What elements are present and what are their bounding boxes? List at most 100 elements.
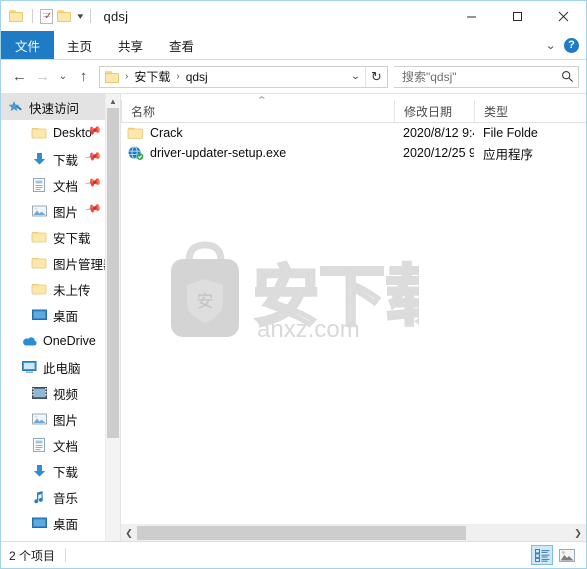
file-name-text: Crack: [150, 126, 183, 140]
scroll-right-icon[interactable]: ❯: [570, 525, 586, 541]
breadcrumb-dropdown-icon[interactable]: ⌄: [344, 67, 367, 87]
breadcrumb-item-0[interactable]: 安下载: [132, 68, 172, 85]
sidebar-item-label: 安下载: [53, 231, 91, 246]
sidebar-item-this-pc[interactable]: 此电脑: [1, 354, 106, 380]
horizontal-scroll-track[interactable]: [137, 525, 570, 541]
quick-access-toolbar: ✓ ▾: [1, 8, 94, 24]
pin-icon[interactable]: 📌: [84, 174, 102, 192]
navigation-list: 快速访问 Deskto 📌 下载 📌 文档 📌 图片 📌 安下载 图片管理 未上…: [1, 94, 106, 541]
sidebar-scroll-up-icon[interactable]: ▲: [106, 94, 120, 108]
sidebar-item-label: 下载: [53, 465, 79, 480]
download-icon: [31, 151, 48, 167]
sidebar-item-desktop-pc[interactable]: 桌面: [1, 510, 106, 536]
sidebar-item-not-uploaded[interactable]: 未上传: [1, 276, 106, 302]
maximize-button[interactable]: [494, 1, 540, 31]
tab-share[interactable]: 共享: [105, 31, 156, 59]
pictures-icon: [31, 203, 48, 219]
pin-icon[interactable]: 📌: [84, 200, 102, 218]
file-name-cell: driver-updater-setup.exe: [121, 145, 394, 161]
file-type-cell: 应用程序: [483, 147, 534, 162]
qat-divider-1: [32, 9, 33, 23]
folder-icon: [31, 125, 48, 141]
recent-locations-button[interactable]: ⌄: [54, 65, 72, 89]
customize-caret-icon[interactable]: ▾: [77, 11, 83, 22]
horizontal-scrollbar[interactable]: ❮ ❯: [121, 524, 586, 541]
search-icon[interactable]: [556, 70, 578, 83]
sidebar-item-label: 图片: [53, 413, 79, 428]
sidebar-item-anxiazai[interactable]: 安下载: [1, 224, 106, 250]
close-button[interactable]: [540, 1, 586, 31]
desktop-icon: [31, 515, 48, 531]
breadcrumb: › 安下载 › qdsj: [100, 68, 346, 85]
desktop-icon: [31, 307, 48, 323]
sidebar-item-desktop[interactable]: 桌面: [1, 302, 106, 328]
sidebar-item-picture-manager[interactable]: 图片管理器: [1, 250, 106, 276]
breadcrumb-separator-0: ›: [125, 71, 129, 82]
table-row[interactable]: Crack 2020/8/12 9:44 File Folde: [121, 123, 586, 143]
minimize-button[interactable]: [448, 1, 494, 31]
download-icon: [31, 463, 48, 479]
scroll-left-icon[interactable]: ❮: [121, 525, 137, 541]
sidebar-item-label: 文档: [53, 179, 79, 194]
status-divider: [65, 548, 67, 562]
explorer-body: 快速访问 Deskto 📌 下载 📌 文档 📌 图片 📌 安下载 图片管理 未上…: [1, 93, 586, 541]
sidebar-item-music[interactable]: 音乐: [1, 484, 106, 510]
tab-view[interactable]: 查看: [156, 31, 207, 59]
tab-home[interactable]: 主页: [54, 31, 105, 59]
sidebar-item-pictures-pinned[interactable]: 图片 📌: [1, 198, 106, 224]
qat-divider-2: [89, 9, 91, 23]
forward-button[interactable]: →: [31, 65, 54, 89]
sidebar-item-local-disk[interactable]: 本地磁盘 (: [1, 536, 106, 541]
new-folder-icon[interactable]: [57, 9, 73, 23]
column-header-type[interactable]: 类型: [474, 100, 554, 122]
sidebar-item-quick-access[interactable]: 快速访问: [1, 94, 106, 120]
ribbon-tabs: 文件 主页 共享 查看 ⌄ ?: [1, 31, 586, 60]
breadcrumb-separator-1: ›: [176, 71, 180, 82]
sidebar-item-downloads[interactable]: 下载: [1, 458, 106, 484]
sidebar-item-onedrive[interactable]: OneDrive: [1, 328, 106, 354]
breadcrumb-item-1[interactable]: qdsj: [184, 70, 210, 84]
file-date-cell: 2020/12/25 9:31: [403, 146, 474, 160]
help-icon[interactable]: ?: [564, 37, 579, 53]
file-name-cell: Crack: [121, 125, 394, 141]
large-icons-view-button[interactable]: [556, 545, 578, 565]
sidebar-item-downloads-pinned[interactable]: 下载 📌: [1, 146, 106, 172]
watermark-subtext: anxz.com: [257, 316, 360, 338]
file-list-pane: ⌃ 名称 修改日期 类型 Crack 2020/8/12 9:44 File F…: [121, 94, 586, 541]
sidebar-item-documents[interactable]: 文档: [1, 432, 106, 458]
breadcrumb-folder-icon[interactable]: [105, 70, 121, 84]
sidebar-item-label: 图片管理器: [53, 257, 106, 272]
details-view-button[interactable]: [531, 545, 553, 565]
sidebar-scrollbar[interactable]: ▲: [105, 94, 120, 541]
table-row[interactable]: driver-updater-setup.exe 2020/12/25 9:31…: [121, 143, 586, 163]
horizontal-scroll-thumb[interactable]: [137, 526, 467, 540]
properties-icon[interactable]: ✓: [40, 8, 53, 24]
column-header-date[interactable]: 修改日期: [394, 100, 474, 122]
refresh-icon[interactable]: ↻: [365, 66, 387, 87]
sort-indicator-icon: ⌃: [256, 95, 268, 105]
chevron-down-icon[interactable]: ⌄: [545, 39, 557, 52]
title-bar: ✓ ▾ qdsj: [1, 1, 586, 31]
music-icon: [31, 489, 48, 505]
sidebar-item-documents-pinned[interactable]: 文档 📌: [1, 172, 106, 198]
back-button[interactable]: ←: [8, 65, 31, 89]
breadcrumb-bar[interactable]: › 安下载 › qdsj ⌄ ↻: [99, 65, 388, 88]
search-box[interactable]: 搜索"qdsj": [394, 65, 579, 88]
sidebar-item-desktop-pinned[interactable]: Deskto 📌: [1, 120, 106, 146]
address-bar: ← → ⌄ ↑ › 安下载 › qdsj ⌄ ↻ 搜索"qdsj": [1, 60, 586, 93]
documents-icon: [31, 177, 48, 193]
explorer-window: ✓ ▾ qdsj 文件 主页 共享 查看 ⌄ ? ← → ⌄ ↑ › 安下载 ›…: [0, 0, 587, 569]
sidebar-item-label: 下载: [53, 153, 79, 168]
tab-file[interactable]: 文件: [1, 31, 55, 59]
search-input[interactable]: 搜索"qdsj": [394, 68, 556, 85]
pin-icon[interactable]: 📌: [84, 148, 102, 166]
sidebar-item-label: 本地磁盘 (: [53, 540, 106, 542]
sidebar-item-label: 桌面: [53, 309, 79, 324]
onedrive-icon: [21, 333, 38, 349]
up-button[interactable]: ↑: [72, 65, 95, 89]
sidebar-item-label: 音乐: [53, 491, 79, 506]
sidebar-item-label: 文档: [53, 439, 79, 454]
sidebar-item-videos[interactable]: 视频: [1, 380, 106, 406]
sidebar-item-pictures[interactable]: 图片: [1, 406, 106, 432]
sidebar-scroll-thumb[interactable]: [107, 108, 119, 438]
